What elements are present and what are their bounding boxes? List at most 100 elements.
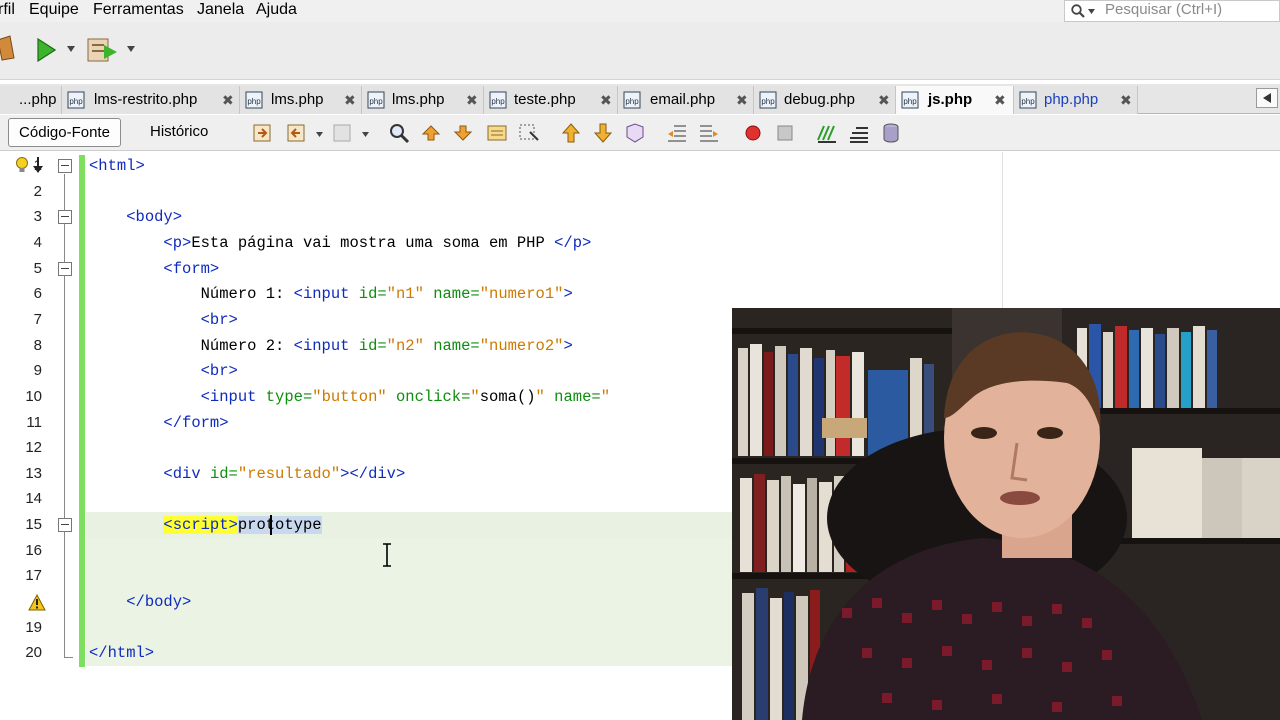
rectangular-selection-icon[interactable] (518, 122, 540, 144)
webcam-image (732, 308, 1280, 720)
stop-macro-icon[interactable] (774, 122, 796, 144)
line-number: 13 (25, 464, 42, 482)
close-icon[interactable]: ✖ (994, 92, 1006, 109)
close-icon[interactable]: ✖ (878, 92, 890, 109)
svg-text:php: php (69, 97, 83, 106)
tab-teste[interactable]: php teste.php ✖ (484, 86, 618, 114)
tab-label: lms.php (271, 91, 324, 108)
close-icon[interactable]: ✖ (736, 92, 748, 109)
search-box[interactable]: Pesquisar (Ctrl+I) (1064, 0, 1280, 22)
menu-janela[interactable]: Janela (197, 1, 244, 19)
code-line[interactable]: <br> (89, 359, 238, 384)
source-button[interactable]: Código-Fonte (8, 118, 121, 147)
code-line[interactable]: </body> (89, 590, 191, 615)
code-token: <input (200, 387, 266, 406)
next-bookmark-icon[interactable] (592, 122, 614, 144)
run-icon[interactable] (36, 38, 56, 62)
tab-debug[interactable]: php debug.php ✖ (754, 86, 896, 114)
tab-label: email.php (650, 91, 716, 108)
chevron-down-icon[interactable] (362, 132, 369, 137)
toggle-bookmark-icon[interactable] (624, 122, 646, 144)
chevron-down-icon[interactable] (316, 132, 323, 137)
tab-lms-2[interactable]: php lms.php ✖ (362, 86, 484, 114)
warning-icon[interactable] (28, 594, 46, 611)
php-file-icon: php (759, 91, 777, 109)
tab-lms-1[interactable]: php lms.php ✖ (240, 86, 362, 114)
last-edit-icon[interactable] (252, 122, 274, 144)
line-number: 2 (33, 182, 42, 200)
fold-toggle-html[interactable] (58, 159, 72, 173)
webcam-overlay (732, 308, 1280, 720)
menu-equipe[interactable]: Equipe (29, 1, 79, 19)
line-number: 3 (33, 208, 42, 226)
clean-build-icon[interactable] (0, 34, 16, 62)
find-previous-icon[interactable] (420, 122, 442, 144)
line-number: 15 (25, 516, 42, 534)
shift-left-icon[interactable] (666, 122, 688, 144)
record-macro-icon[interactable] (742, 122, 764, 144)
code-token: <input (293, 285, 359, 304)
forward-icon[interactable] (332, 122, 354, 144)
code-token: > (563, 285, 573, 304)
code-line[interactable]: <html> (89, 154, 145, 179)
database-icon[interactable] (880, 122, 902, 144)
previous-bookmark-icon[interactable] (560, 122, 582, 144)
close-icon[interactable]: ✖ (466, 92, 478, 109)
chevron-down-icon[interactable] (127, 46, 135, 52)
back-icon[interactable] (286, 122, 308, 144)
uncomment-icon[interactable] (848, 122, 870, 144)
history-button[interactable]: Histórico (150, 123, 208, 140)
code-token: id= (358, 336, 387, 355)
find-icon[interactable] (388, 122, 410, 144)
close-icon[interactable]: ✖ (600, 92, 612, 109)
tab-php[interactable]: php php.php ✖ (1014, 86, 1138, 114)
code-line[interactable]: <input type="button" onclick="soma()" na… (89, 385, 610, 410)
tab-file-0[interactable]: ...php (0, 86, 62, 114)
tab-js[interactable]: php js.php ✖ (896, 86, 1014, 114)
tab-lms-restrito[interactable]: php lms-restrito.php ✖ (62, 86, 240, 114)
tab-scroll-left-button[interactable] (1256, 88, 1278, 108)
search-input[interactable]: Pesquisar (Ctrl+I) (1105, 1, 1222, 18)
comment-icon[interactable] (816, 122, 838, 144)
code-token: <p> (163, 233, 192, 252)
close-icon[interactable]: ✖ (344, 92, 356, 109)
line-number: 4 (33, 233, 42, 251)
text-caret (270, 515, 272, 535)
fold-toggle-form[interactable] (58, 262, 72, 276)
fold-toggle-script[interactable] (58, 518, 72, 532)
menu-perfil[interactable]: rfil (0, 1, 15, 19)
code-line[interactable]: <script>prototype (89, 513, 322, 538)
code-line[interactable]: <body> (89, 205, 182, 230)
code-line[interactable]: </html> (89, 641, 154, 666)
code-line[interactable]: <form> (89, 257, 219, 282)
close-icon[interactable]: ✖ (222, 92, 234, 109)
chevron-down-icon[interactable] (67, 46, 75, 52)
code-line[interactable]: </form> (89, 411, 228, 436)
find-next-icon[interactable] (452, 122, 474, 144)
shift-right-icon[interactable] (698, 122, 720, 144)
search-icon (1071, 4, 1085, 18)
line-number: 17 (25, 567, 42, 585)
code-line[interactable]: Número 1: <input id="n1" name="numero1"> (89, 282, 573, 307)
code-line[interactable]: Número 2: <input id="n2" name="numero2"> (89, 334, 573, 359)
fold-toggle-body[interactable] (58, 210, 72, 224)
code-token: " (470, 387, 480, 406)
code-token: "numero1" (479, 285, 564, 304)
svg-text:php: php (247, 97, 261, 106)
debug-icon[interactable] (86, 36, 120, 64)
menu-ajuda[interactable]: Ajuda (256, 1, 297, 19)
code-token: > (563, 336, 573, 355)
change-bar (79, 155, 85, 667)
close-icon[interactable]: ✖ (1120, 92, 1132, 109)
tab-label: php.php (1044, 91, 1099, 108)
menu-ferramentas[interactable]: Ferramentas (93, 1, 184, 19)
code-line[interactable]: <div id="resultado"></div> (89, 462, 405, 487)
tab-email[interactable]: php email.php ✖ (618, 86, 754, 114)
code-line[interactable]: <p>Esta página vai mostra uma soma em PH… (89, 231, 591, 256)
code-line[interactable]: <br> (89, 308, 238, 333)
toggle-highlight-icon[interactable] (486, 122, 508, 144)
